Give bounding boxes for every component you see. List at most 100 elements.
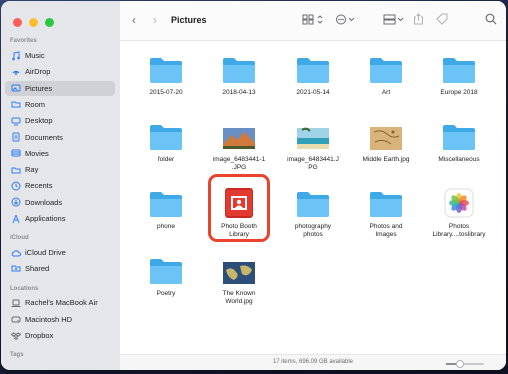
sidebar-item-label: Rachel's MacBook Air: [25, 298, 98, 307]
sidebar-item-music[interactable]: Music: [5, 48, 115, 63]
folder-item[interactable]: 2018-04-13: [202, 53, 276, 97]
status-bar: 17 items, 696.09 GB available: [120, 354, 506, 370]
item-label: Middle Earth.jpg: [362, 156, 410, 163]
item-label: folder: [157, 156, 175, 163]
minimize-button[interactable]: [29, 18, 38, 27]
sidebar-item-applications[interactable]: Applications: [5, 211, 115, 226]
slider-knob[interactable]: [456, 360, 464, 368]
disk-icon: [10, 314, 21, 325]
icon-size-slider[interactable]: [446, 360, 484, 368]
sidebar-item-ray[interactable]: Ray: [5, 162, 115, 177]
folder-item[interactable]: 2015-07-20: [129, 53, 203, 97]
sidebar-item-desktop[interactable]: Desktop: [5, 113, 115, 128]
folder-icon: [443, 58, 475, 83]
sidebar-section-label: Locations: [10, 286, 39, 292]
cloud-icon: [10, 247, 21, 258]
sidebar-item-macintosh-hd[interactable]: Macintosh HD: [5, 312, 115, 327]
view-options-button[interactable]: [302, 14, 324, 28]
close-button[interactable]: [13, 18, 22, 27]
tag-button[interactable]: [436, 13, 449, 28]
file-item[interactable]: Photos Library....toslibrary: [422, 187, 496, 239]
item-label: Europe 2018: [440, 89, 478, 96]
music-icon: [10, 50, 21, 61]
sidebar-item-label: Recents: [25, 181, 53, 191]
sidebar-item-shared[interactable]: Shared: [5, 261, 115, 276]
action-button[interactable]: [335, 14, 357, 28]
folder-item[interactable]: phone: [129, 187, 203, 231]
window-title: Pictures: [171, 15, 207, 25]
pictures-icon: [10, 83, 21, 94]
dropbox-icon: [10, 330, 21, 341]
image-thumbnail: [297, 127, 329, 149]
sidebar-item-label: Dropbox: [25, 331, 54, 340]
file-grid: 2015-07-20 2018-04-13 2021-05-14 Art Europe …: [120, 41, 506, 354]
folder-icon: [370, 58, 402, 83]
sidebar-item-label: Pictures: [25, 83, 53, 93]
search-button[interactable]: [485, 13, 497, 28]
folder-item[interactable]: Miscellaneous: [422, 120, 496, 164]
share-button[interactable]: [413, 13, 424, 28]
window-controls: [13, 18, 54, 27]
image-thumbnail: [370, 127, 402, 150]
selection-highlight-ring: [208, 174, 270, 242]
group-button[interactable]: [383, 14, 405, 28]
sidebar-item-label: Room: [25, 99, 46, 109]
file-item[interactable]: The Known World.jpg: [202, 254, 276, 306]
sidebar-item-icloud-drive[interactable]: iCloud Drive: [5, 245, 115, 260]
sidebar-item-rachel-s-macbook-air[interactable]: Rachel's MacBook Air: [5, 295, 115, 310]
movies-icon: [10, 148, 21, 159]
sidebar-item-documents[interactable]: Documents: [5, 130, 115, 145]
tag-icon: [436, 13, 448, 25]
toolbar: ‹ › Pictures: [120, 1, 506, 41]
back-button[interactable]: ‹: [132, 13, 136, 27]
item-label: image_6483441.J PG: [287, 156, 339, 171]
folder-item[interactable]: Poetry: [129, 254, 203, 298]
sidebar-item-label: iCloud Drive: [25, 248, 66, 257]
folder-icon: [150, 259, 182, 284]
item-label: The Known World.jpg: [222, 290, 256, 305]
icon-grid-icon: [302, 14, 323, 25]
file-item[interactable]: image_6483441-1 .JPG: [202, 120, 276, 172]
airdrop-icon: [10, 66, 21, 77]
sidebar: Favorites Music AirDrop Pictures Room Desktop…: [1, 1, 120, 370]
folder-item[interactable]: Art: [349, 53, 423, 97]
file-item[interactable]: Middle Earth.jpg: [349, 120, 423, 164]
sidebar-item-label: Desktop: [25, 116, 53, 126]
item-label: Art: [381, 89, 391, 96]
file-item[interactable]: image_6483441.J PG: [276, 120, 350, 172]
sidebar-item-downloads[interactable]: Downloads: [5, 195, 115, 210]
shared-folder-icon: [10, 263, 21, 274]
folder-icon: [10, 99, 21, 110]
share-icon: [414, 13, 423, 25]
item-label: Photos Library....toslibrary: [432, 223, 486, 238]
sidebar-section-label: iCloud: [10, 235, 29, 241]
applications-icon: [10, 213, 21, 224]
sidebar-item-dropbox[interactable]: Dropbox: [5, 328, 115, 343]
folder-item[interactable]: photography photos: [276, 187, 350, 239]
sidebar-item-label: Macintosh HD: [25, 314, 73, 324]
sidebar-item-movies[interactable]: Movies: [5, 146, 115, 161]
folder-item[interactable]: folder: [129, 120, 203, 164]
forward-button[interactable]: ›: [153, 13, 157, 27]
folder-item[interactable]: Photos and Images: [349, 187, 423, 239]
sidebar-item-label: Documents: [25, 132, 63, 142]
sidebar-item-recents[interactable]: Recents: [5, 178, 115, 193]
folder-icon: [150, 58, 182, 83]
sidebar-item-room[interactable]: Room: [5, 97, 115, 112]
item-label: 2021-05-14: [296, 89, 330, 96]
item-label: 2018-04-13: [222, 89, 256, 96]
sidebar-item-label: AirDrop: [25, 67, 51, 77]
search-icon: [485, 13, 497, 25]
sidebar-item-pictures[interactable]: Pictures: [5, 80, 115, 96]
sidebar-section-label: Favorites: [10, 38, 37, 44]
sidebar-item-airdrop[interactable]: AirDrop: [5, 64, 115, 79]
folder-icon: [370, 192, 402, 217]
folder-icon: [10, 164, 21, 175]
folder-item[interactable]: Europe 2018: [422, 53, 496, 97]
folder-icon: [443, 125, 475, 150]
folder-icon: [150, 125, 182, 150]
folder-item[interactable]: 2021-05-14: [276, 53, 350, 97]
zoom-button[interactable]: [45, 18, 54, 27]
sidebar-item-label: Applications: [25, 214, 66, 223]
main-pane: ‹ › Pictures 2015-07-20 2018-04-13 2021-…: [120, 1, 506, 370]
